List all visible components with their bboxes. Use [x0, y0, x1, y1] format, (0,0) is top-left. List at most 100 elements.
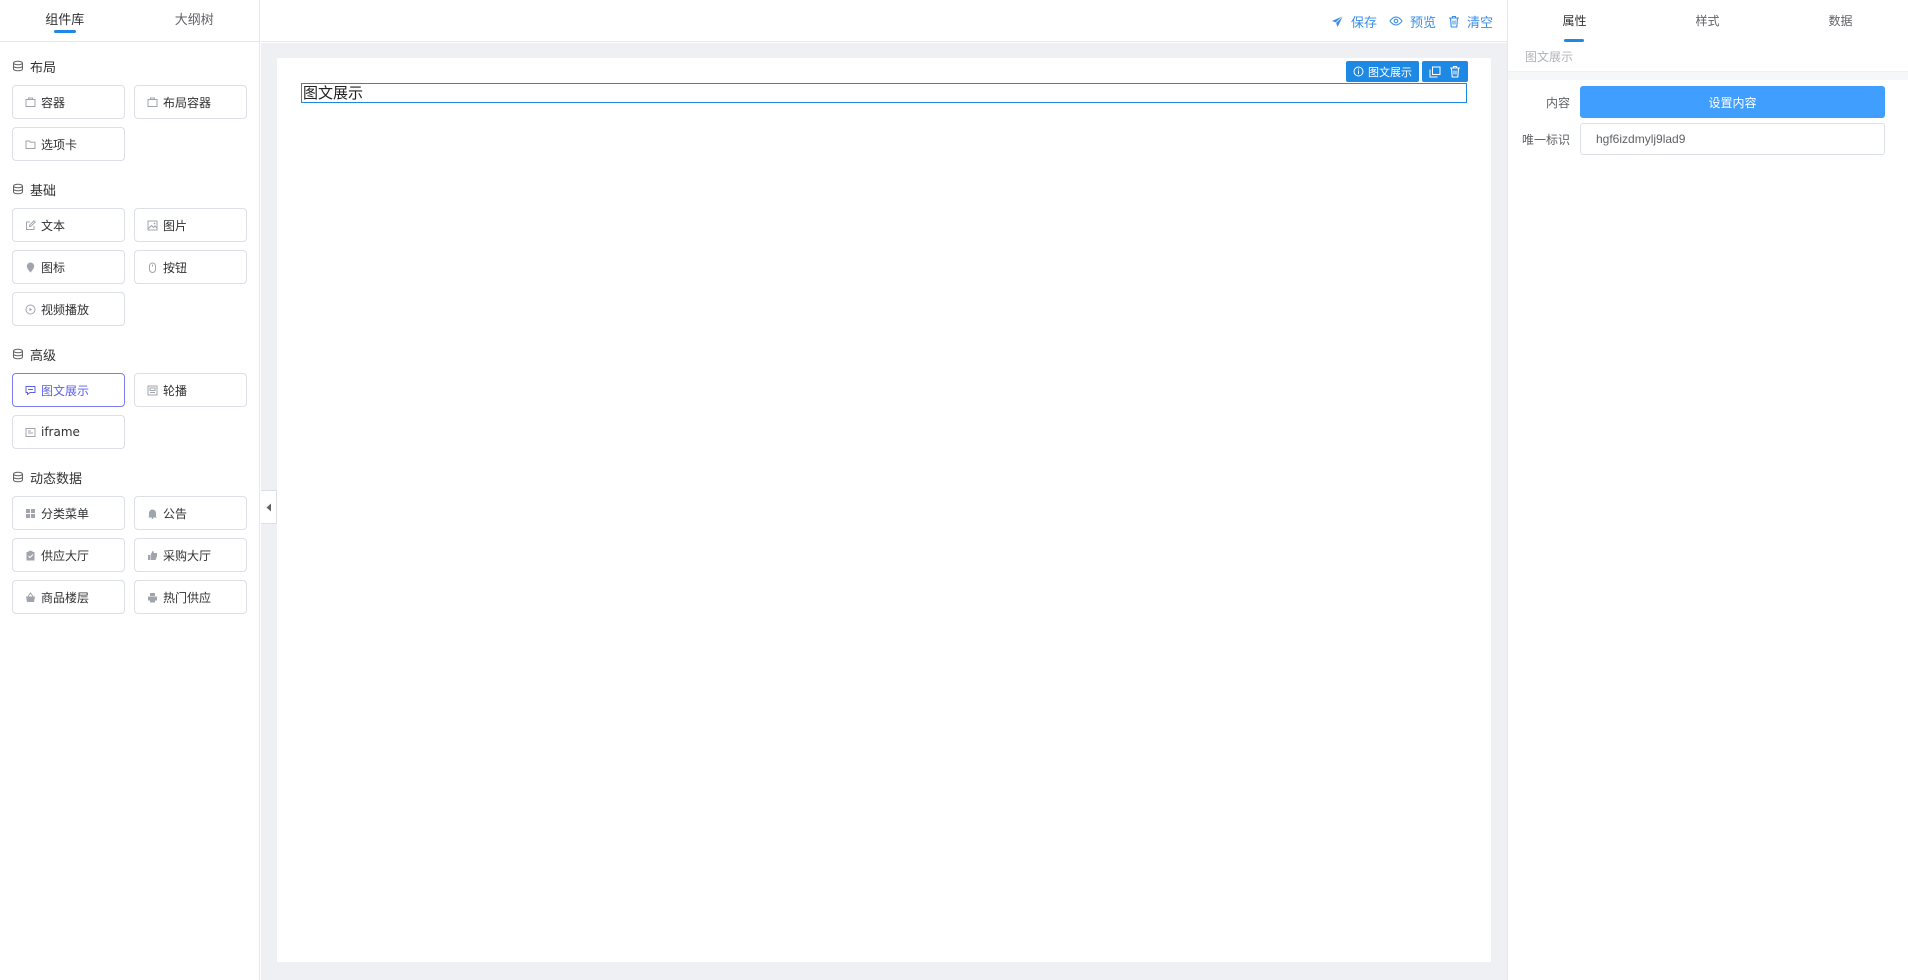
- caret-left-icon: [266, 503, 271, 511]
- group-title-label: 动态数据: [30, 471, 83, 487]
- image-icon: [146, 219, 158, 231]
- delete-icon[interactable]: [1449, 65, 1461, 78]
- divider: [1508, 72, 1908, 80]
- component-item[interactable]: 供应大厅: [12, 538, 125, 572]
- component-item[interactable]: 公告: [134, 496, 247, 530]
- component-item[interactable]: 容器: [12, 85, 125, 119]
- properties-panel: 属性 样式 数据 图文展示 内容 设置内容 唯一标识: [1507, 0, 1908, 980]
- group-layout: 布局 容器 布局容器 选项卡: [0, 56, 259, 161]
- trash-icon: [1448, 15, 1459, 28]
- component-item-label: 图文展示: [41, 383, 90, 398]
- collapse-left-panel-button[interactable]: [261, 490, 277, 524]
- component-item[interactable]: 按钮: [134, 250, 247, 284]
- component-item[interactable]: 热门供应: [134, 580, 247, 614]
- basket-icon: [24, 591, 36, 603]
- location-icon: [24, 261, 36, 273]
- component-item[interactable]: 选项卡: [12, 127, 125, 161]
- database-icon: [13, 348, 23, 360]
- right-tabs: 属性 样式 数据: [1508, 0, 1908, 42]
- component-action-buttons: [1422, 61, 1468, 82]
- component-item-label: 容器: [41, 95, 66, 110]
- eye-icon: [1389, 16, 1403, 26]
- send-icon: [1331, 15, 1344, 27]
- component-item-label: 视频播放: [41, 302, 90, 317]
- component-item-label: 按钮: [163, 260, 188, 275]
- component-name-badge[interactable]: 图文展示: [1346, 61, 1419, 82]
- component-item-label: 图片: [163, 218, 188, 233]
- component-item-label: iframe: [41, 425, 80, 439]
- tab-properties[interactable]: 属性: [1508, 0, 1641, 42]
- component-item-label: 热门供应: [163, 590, 212, 605]
- component-item[interactable]: 分类菜单: [12, 496, 125, 530]
- group-title-label: 基础: [30, 183, 57, 199]
- play-icon: [24, 303, 36, 315]
- printer-icon: [146, 591, 158, 603]
- page-canvas[interactable]: 图文展示 图文展示: [277, 58, 1491, 962]
- carousel-icon: [146, 384, 158, 396]
- box-icon: [146, 96, 158, 108]
- content-row: 内容 设置内容: [1508, 86, 1908, 118]
- selected-component[interactable]: 图文展示 图文展示: [301, 61, 1468, 103]
- component-item[interactable]: 图标: [12, 250, 125, 284]
- mouse-icon: [146, 261, 158, 273]
- copy-icon[interactable]: [1429, 66, 1441, 78]
- component-library-panel: 组件库 大纲树 布局 容器 布局容器 选项卡 基础 文本 图片 图标 按钮 视频…: [0, 0, 260, 980]
- component-item[interactable]: 采购大厅: [134, 538, 247, 572]
- id-row: 唯一标识: [1508, 123, 1908, 155]
- component-item[interactable]: 文本: [12, 208, 125, 242]
- group-title-label: 布局: [30, 60, 57, 76]
- preview-label: 预览: [1409, 15, 1436, 31]
- canvas-stage: 图文展示 图文展示: [261, 43, 1507, 980]
- save-label: 保存: [1350, 15, 1377, 31]
- unique-id-input[interactable]: [1580, 123, 1885, 155]
- unique-id-label: 唯一标识: [1521, 132, 1570, 147]
- frame-icon: [24, 426, 36, 438]
- component-item[interactable]: iframe: [12, 415, 125, 449]
- component-item[interactable]: 轮播: [134, 373, 247, 407]
- component-item[interactable]: 视频播放: [12, 292, 125, 326]
- component-item[interactable]: 图片: [134, 208, 247, 242]
- top-toolbar: 保存 预览 清空: [261, 0, 1507, 42]
- folder-icon: [24, 138, 36, 150]
- component-toolbar: 图文展示: [1346, 61, 1468, 82]
- tab-styles[interactable]: 样式: [1641, 0, 1774, 42]
- component-item[interactable]: 布局容器: [134, 85, 247, 119]
- set-content-button[interactable]: 设置内容: [1580, 86, 1885, 118]
- clear-button[interactable]: 清空: [1448, 12, 1493, 31]
- editor-app: 组件库 大纲树 布局 容器 布局容器 选项卡 基础 文本 图片 图标 按钮 视频…: [0, 0, 1908, 980]
- component-item-label: 分类菜单: [41, 506, 90, 521]
- tab-outline-tree[interactable]: 大纲树: [130, 0, 260, 41]
- component-item-label: 采购大厅: [163, 548, 212, 563]
- left-tabs: 组件库 大纲树: [0, 0, 259, 42]
- group-title: 布局: [12, 56, 247, 76]
- bell-icon: [146, 507, 158, 519]
- box-icon: [24, 96, 36, 108]
- group-title-label: 高级: [30, 348, 57, 364]
- grid-icon: [24, 507, 36, 519]
- component-item-label: 图标: [41, 260, 66, 275]
- component-item-label: 布局容器: [163, 95, 212, 110]
- component-content: 图文展示: [303, 84, 364, 102]
- clipboard-icon: [24, 549, 36, 561]
- toolbar-actions: 保存 预览 清空: [1331, 0, 1493, 42]
- component-item-label: 轮播: [163, 383, 188, 398]
- chat-icon: [24, 384, 36, 396]
- preview-button[interactable]: 预览: [1389, 12, 1436, 31]
- content-label: 内容: [1545, 95, 1570, 110]
- group-basic: 基础 文本 图片 图标 按钮 视频播放: [0, 179, 259, 326]
- component-item-selected[interactable]: 图文展示: [12, 373, 125, 407]
- group-title: 动态数据: [12, 467, 247, 487]
- group-dynamic-data: 动态数据 分类菜单 公告 供应大厅 采购大厅 商品楼层 热门供应: [0, 467, 259, 614]
- tab-data[interactable]: 数据: [1774, 0, 1907, 42]
- component-item-label: 供应大厅: [41, 548, 90, 563]
- info-icon: [1353, 66, 1364, 77]
- database-icon: [13, 60, 23, 72]
- component-name-label: 图文展示: [1368, 65, 1412, 79]
- component-item-label: 文本: [41, 218, 66, 233]
- component-item[interactable]: 商品楼层: [12, 580, 125, 614]
- tab-component-library[interactable]: 组件库: [0, 0, 130, 41]
- thumb-icon: [146, 549, 158, 561]
- database-icon: [13, 471, 23, 483]
- save-button[interactable]: 保存: [1331, 12, 1377, 31]
- database-icon: [13, 183, 23, 195]
